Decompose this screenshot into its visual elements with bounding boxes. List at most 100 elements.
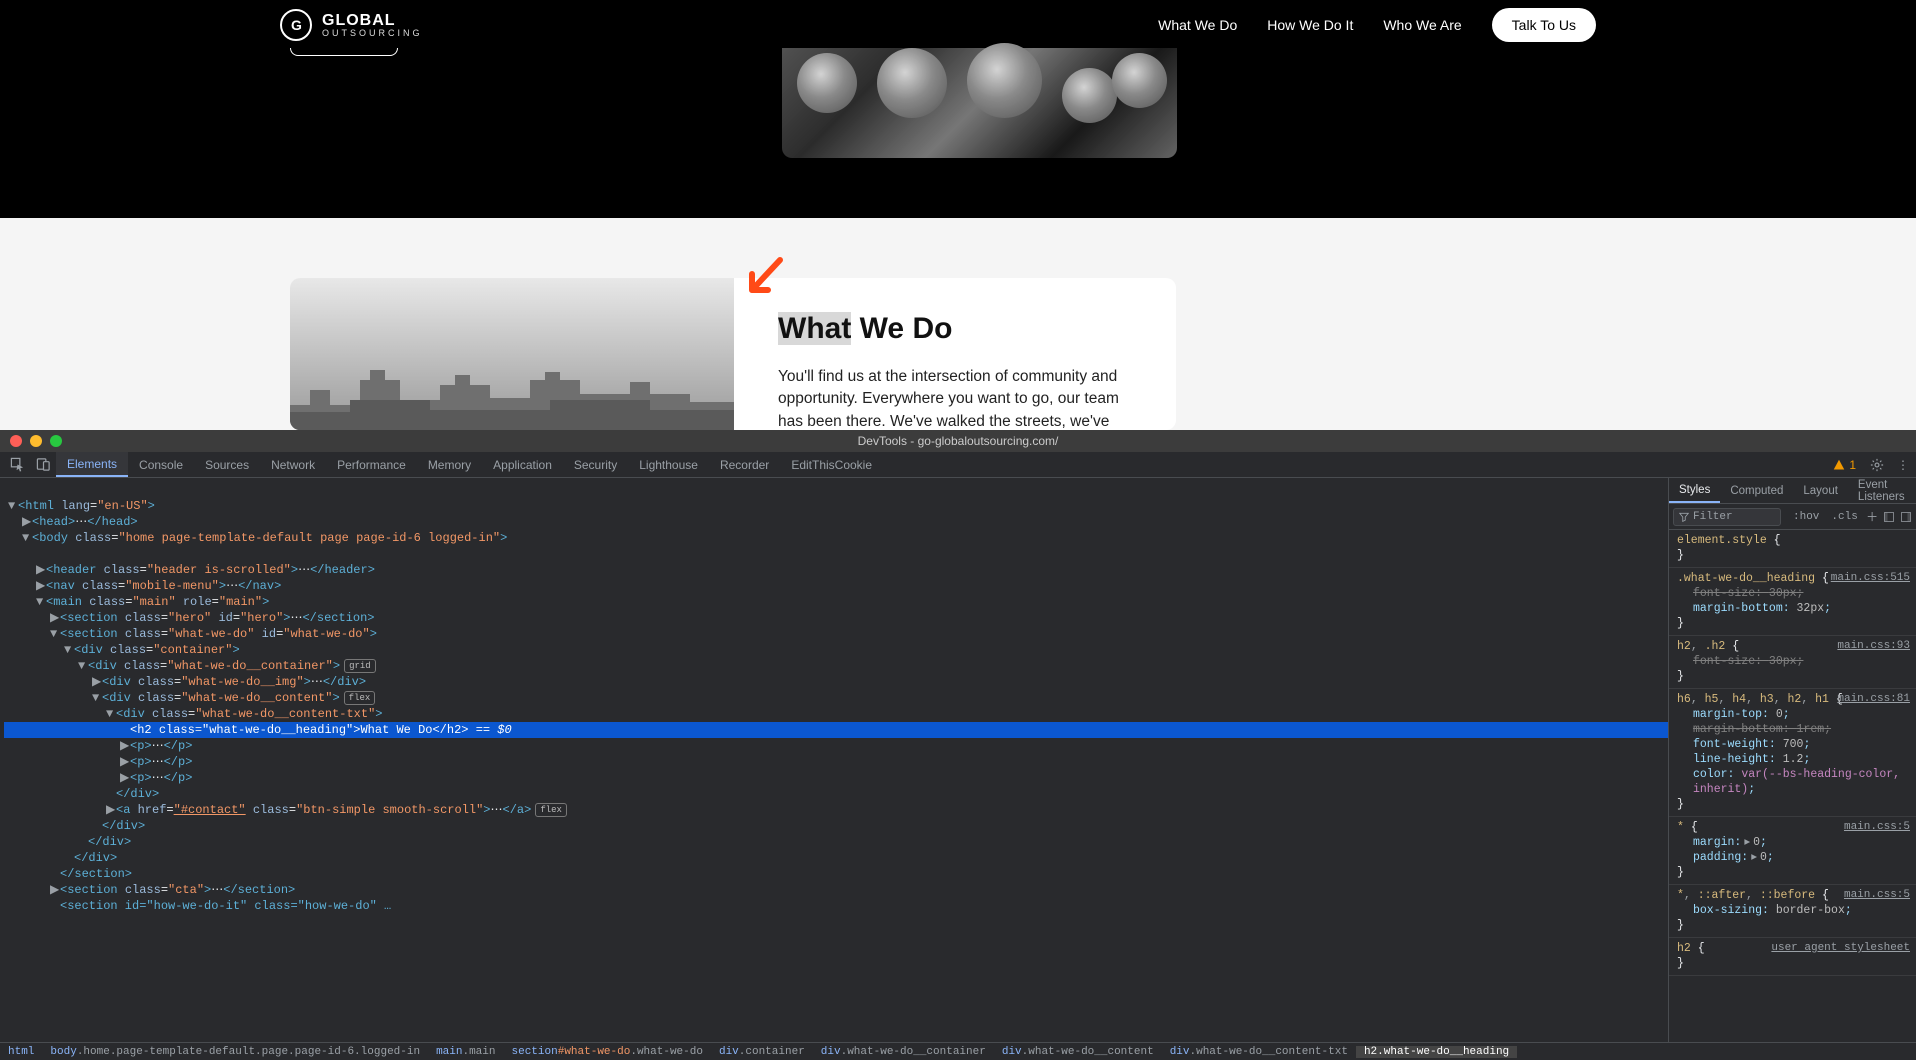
cta-talk-to-us[interactable]: Talk To Us bbox=[1492, 8, 1596, 42]
devtools-tab-elements[interactable]: Elements bbox=[56, 452, 128, 477]
what-we-do-card: What We Do You'll find us at the interse… bbox=[290, 278, 1176, 430]
styles-tab-event-listeners[interactable]: Event Listeners bbox=[1848, 478, 1915, 503]
device-toolbar-icon[interactable] bbox=[30, 452, 56, 477]
styles-filter-row: Filter :hov .cls ＋ bbox=[1669, 504, 1916, 530]
breadcrumb-item[interactable]: main.main bbox=[428, 1046, 503, 1058]
devtools-tab-application[interactable]: Application bbox=[482, 452, 563, 477]
styles-sidebar: StylesComputedLayoutEvent Listeners≫ Fil… bbox=[1668, 478, 1916, 1042]
brand-big: GLOBAL bbox=[322, 13, 423, 29]
dom-node[interactable]: </section> bbox=[4, 866, 1668, 882]
devtools-window: DevTools - go-globaloutsourcing.com/ Ele… bbox=[0, 430, 1916, 1060]
devtools-tab-network[interactable]: Network bbox=[260, 452, 326, 477]
breadcrumb-item[interactable]: div.what-we-do__container bbox=[813, 1046, 994, 1058]
new-style-rule-icon[interactable]: ＋ bbox=[1866, 508, 1879, 526]
annotation-arrow-heading bbox=[740, 256, 786, 302]
style-rule[interactable]: main.css:81h6, h5, h4, h3, h2, h1 {margi… bbox=[1669, 689, 1916, 817]
devtools-tabbar: ElementsConsoleSourcesNetworkPerformance… bbox=[0, 452, 1916, 478]
dom-node[interactable] bbox=[4, 546, 1668, 562]
style-rule[interactable]: user agent stylesheeth2 {} bbox=[1669, 938, 1916, 976]
dom-node[interactable]: ▶<nav class="mobile-menu">⋯</nav> bbox=[4, 578, 1668, 594]
nav-who-we-are[interactable]: Who We Are bbox=[1383, 17, 1461, 33]
breadcrumb-item[interactable]: section#what-we-do.what-we-do bbox=[504, 1046, 711, 1058]
devtools-window-title: DevTools - go-globaloutsourcing.com/ bbox=[0, 434, 1916, 448]
dom-node[interactable]: ▼<html lang="en-US"> bbox=[4, 498, 1668, 514]
elements-dom-tree[interactable]: ▼<html lang="en-US">▶<head>⋯</head>▼<bod… bbox=[0, 478, 1668, 1042]
what-we-do-body: You'll find us at the intersection of co… bbox=[778, 366, 1136, 430]
style-rule[interactable]: main.css:5*, ::after, ::before {box-sizi… bbox=[1669, 885, 1916, 938]
brand-logo[interactable]: G GLOBAL OUTSOURCING bbox=[280, 9, 423, 41]
inspect-element-icon[interactable] bbox=[4, 452, 30, 477]
breadcrumb-item[interactable]: body.home.page-template-default.page.pag… bbox=[42, 1046, 428, 1058]
nav-how-we-do-it[interactable]: How We Do It bbox=[1267, 17, 1353, 33]
styles-filter-input[interactable]: Filter bbox=[1673, 508, 1781, 526]
dom-node[interactable]: ▼<div class="what-we-do__content-txt"> bbox=[4, 706, 1668, 722]
breadcrumb-item[interactable]: div.what-we-do__content bbox=[994, 1046, 1162, 1058]
breadcrumb-item[interactable]: div.container bbox=[711, 1046, 813, 1058]
dom-node[interactable]: ▼<section class="what-we-do" id="what-we… bbox=[4, 626, 1668, 642]
dom-node[interactable]: <h2 class="what-we-do__heading">What We … bbox=[4, 722, 1668, 738]
style-rules-list[interactable]: element.style {}main.css:515.what-we-do_… bbox=[1669, 530, 1916, 1042]
dom-node[interactable]: ▶<head>⋯</head> bbox=[4, 514, 1668, 530]
dom-node[interactable]: </div> bbox=[4, 818, 1668, 834]
rendering-sidebar-icon[interactable] bbox=[1899, 508, 1912, 526]
breadcrumb-item[interactable]: h2.what-we-do__heading bbox=[1356, 1046, 1517, 1058]
styles-tab-layout[interactable]: Layout bbox=[1793, 478, 1848, 503]
styles-tab-computed[interactable]: Computed bbox=[1720, 478, 1793, 503]
styles-tabbar: StylesComputedLayoutEvent Listeners≫ bbox=[1669, 478, 1916, 504]
devtools-titlebar[interactable]: DevTools - go-globaloutsourcing.com/ bbox=[0, 430, 1916, 452]
dom-node[interactable]: ▶<a href="#contact" class="btn-simple sm… bbox=[4, 802, 1668, 818]
dom-node[interactable]: ▼<main class="main" role="main"> bbox=[4, 594, 1668, 610]
style-rule[interactable]: main.css:515.what-we-do__heading {font-s… bbox=[1669, 568, 1916, 636]
dom-node[interactable]: ▶<p>⋯</p> bbox=[4, 754, 1668, 770]
dom-node[interactable]: ▶<div class="what-we-do__img">⋯</div> bbox=[4, 674, 1668, 690]
dom-node[interactable]: </div> bbox=[4, 834, 1668, 850]
dom-node[interactable]: </div> bbox=[4, 786, 1668, 802]
devtools-tab-security[interactable]: Security bbox=[563, 452, 628, 477]
hero-button-outline-fragment bbox=[290, 48, 398, 56]
dom-node[interactable]: </div> bbox=[4, 850, 1668, 866]
dom-node[interactable]: ▼<div class="what-we-do__content">flex bbox=[4, 690, 1668, 706]
devtools-tab-console[interactable]: Console bbox=[128, 452, 194, 477]
site-header: G GLOBAL OUTSOURCING What We Do How We D… bbox=[0, 0, 1916, 50]
brand-logo-mark: G bbox=[280, 9, 312, 41]
devtools-tab-sources[interactable]: Sources bbox=[194, 452, 260, 477]
dom-node[interactable]: ▶<p>⋯</p> bbox=[4, 770, 1668, 786]
settings-gear-icon[interactable] bbox=[1864, 452, 1890, 477]
website-viewport: G GLOBAL OUTSOURCING What We Do How We D… bbox=[0, 0, 1916, 430]
warnings-badge[interactable]: 1 bbox=[1825, 452, 1864, 477]
hero-team-photo bbox=[782, 48, 1177, 158]
breadcrumb-item[interactable]: html bbox=[0, 1046, 42, 1058]
computed-sidebar-icon[interactable] bbox=[1883, 508, 1896, 526]
dom-node[interactable]: ▼<div class="container"> bbox=[4, 642, 1668, 658]
devtools-tab-recorder[interactable]: Recorder bbox=[709, 452, 780, 477]
style-rule[interactable]: main.css:93h2, .h2 {font-size: 30px;} bbox=[1669, 636, 1916, 689]
devtools-tab-performance[interactable]: Performance bbox=[326, 452, 417, 477]
what-we-do-image bbox=[290, 278, 734, 430]
brand-logo-text: GLOBAL OUTSOURCING bbox=[322, 13, 423, 38]
what-we-do-content: What We Do You'll find us at the interse… bbox=[734, 278, 1176, 430]
brand-small: OUTSOURCING bbox=[322, 29, 423, 38]
dom-node[interactable]: ▼<div class="what-we-do__container">grid bbox=[4, 658, 1668, 674]
devtools-tab-memory[interactable]: Memory bbox=[417, 452, 482, 477]
dom-node[interactable]: ▶<section class="hero" id="hero">⋯</sect… bbox=[4, 610, 1668, 626]
primary-nav: What We Do How We Do It Who We Are Talk … bbox=[1158, 8, 1596, 42]
what-we-do-heading: What We Do bbox=[778, 312, 1136, 346]
hov-toggle[interactable]: :hov bbox=[1789, 511, 1823, 523]
dom-node[interactable]: ▶<section class="cta">⋯</section> bbox=[4, 882, 1668, 898]
dom-node[interactable]: ▼<body class="home page-template-default… bbox=[4, 530, 1668, 546]
breadcrumb-item[interactable]: div.what-we-do__content-txt bbox=[1162, 1046, 1356, 1058]
style-rule[interactable]: element.style {} bbox=[1669, 530, 1916, 568]
more-kebab-icon[interactable]: ⋮ bbox=[1890, 452, 1916, 477]
dom-node[interactable]: <section id="how-we-do-it" class="how-we… bbox=[4, 898, 1668, 914]
dom-node[interactable]: ▶<p>⋯</p> bbox=[4, 738, 1668, 754]
style-rule[interactable]: main.css:5* {margin:▸0;padding:▸0;} bbox=[1669, 817, 1916, 885]
elements-breadcrumbs[interactable]: htmlbody.home.page-template-default.page… bbox=[0, 1042, 1916, 1060]
cls-toggle[interactable]: .cls bbox=[1827, 511, 1861, 523]
what-we-do-section: What We Do You'll find us at the interse… bbox=[0, 218, 1916, 430]
nav-what-we-do[interactable]: What We Do bbox=[1158, 17, 1237, 33]
dom-node[interactable] bbox=[4, 482, 1668, 498]
dom-node[interactable]: ▶<header class="header is-scrolled">⋯</h… bbox=[4, 562, 1668, 578]
devtools-tab-lighthouse[interactable]: Lighthouse bbox=[628, 452, 709, 477]
styles-tab-styles[interactable]: Styles bbox=[1669, 478, 1720, 503]
devtools-tab-editthiscookie[interactable]: EditThisCookie bbox=[780, 452, 883, 477]
